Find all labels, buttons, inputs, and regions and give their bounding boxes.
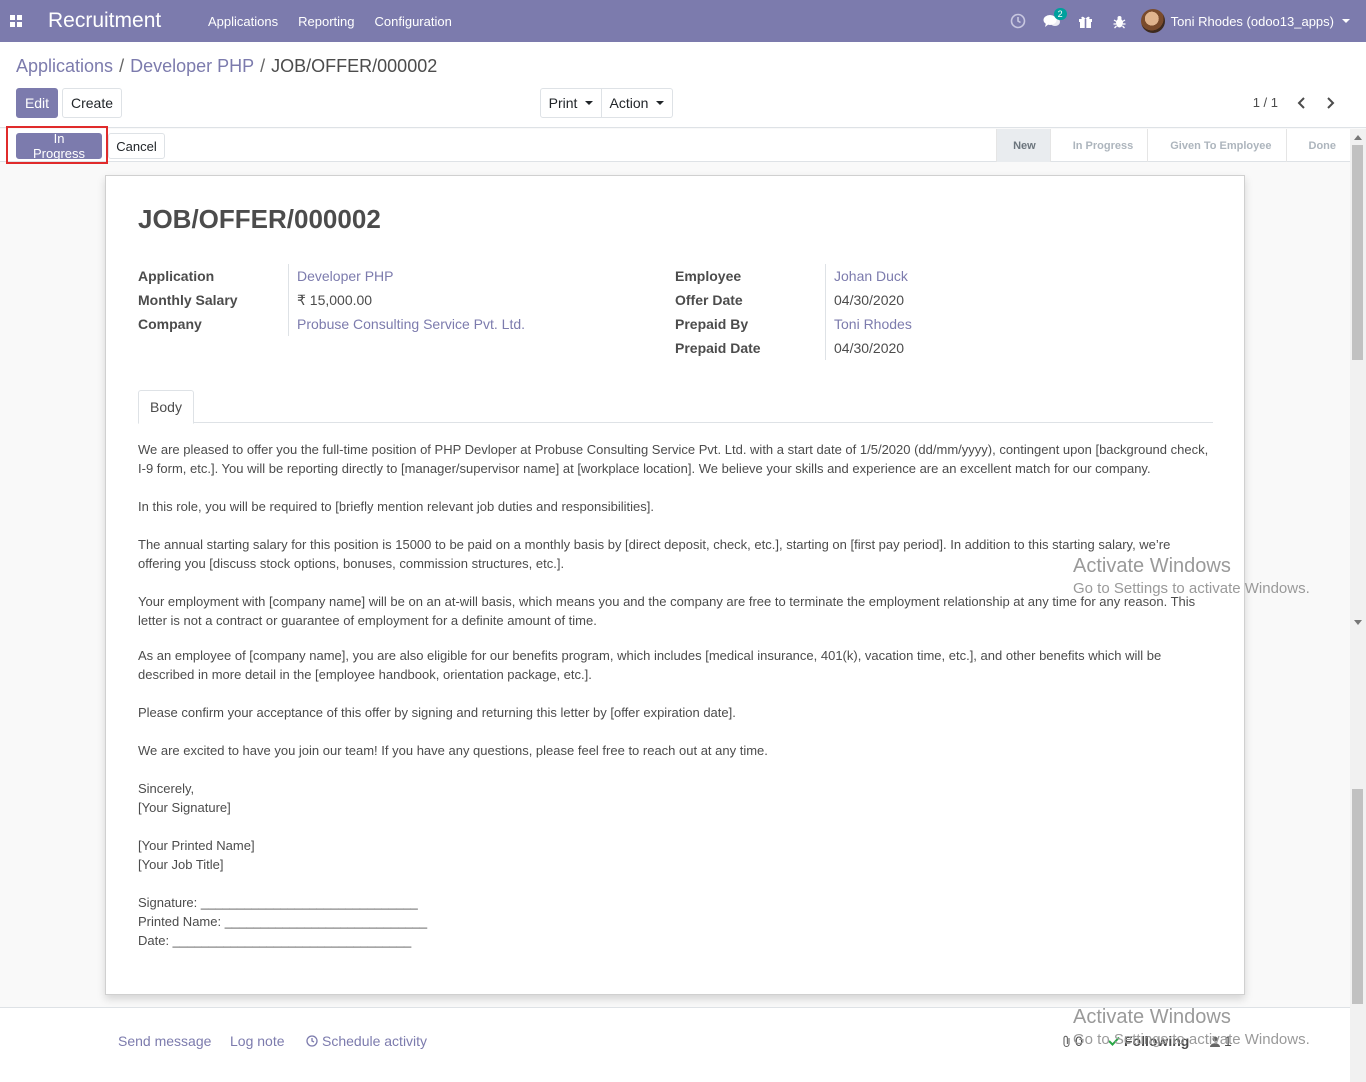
chevron-down-icon xyxy=(656,101,665,105)
in-progress-button[interactable]: In Progress xyxy=(16,131,102,161)
body-paragraph: We are excited to have you join our team… xyxy=(138,743,768,758)
body-line: Printed Name: __________________________… xyxy=(138,914,428,929)
apps-menu-icon[interactable] xyxy=(0,0,32,42)
messages-count-badge: 2 xyxy=(1053,8,1067,20)
activate-windows-watermark: Activate Windows Go to Settings to activ… xyxy=(1073,1006,1310,1048)
breadcrumb: Applications / Developer PHP / JOB/OFFER/000… xyxy=(16,56,437,77)
application-link[interactable]: Developer PHP xyxy=(288,264,394,288)
paperclip-icon xyxy=(1063,1035,1070,1047)
gift-icon[interactable] xyxy=(1069,0,1103,42)
schedule-activity-label: Schedule activity xyxy=(322,1033,428,1049)
right-field-group: Employee Johan Duck Offer Date 04/30/202… xyxy=(675,264,912,360)
notebook-tabs: Body xyxy=(138,390,1213,424)
pager-previous-icon[interactable] xyxy=(1288,92,1316,114)
log-note-button[interactable]: Log note xyxy=(230,1033,285,1049)
pager-next-icon[interactable] xyxy=(1316,92,1344,114)
status-bar: In Progress Cancel New In Progress Given… xyxy=(0,126,1350,164)
watermark-title: Activate Windows xyxy=(1073,1006,1231,1028)
breadcrumb-applications[interactable]: Applications xyxy=(16,56,113,76)
action-dropdown-button[interactable]: Action xyxy=(602,88,673,118)
watermark-subtitle: Go to Settings to activate Windows. xyxy=(1073,580,1310,597)
send-message-button[interactable]: Send message xyxy=(118,1033,211,1049)
watermark-subtitle: Go to Settings to activate Windows. xyxy=(1073,1031,1310,1048)
company-label: Company xyxy=(138,316,202,332)
prepaid-date-value: 04/30/2020 xyxy=(825,336,904,360)
print-label: Print xyxy=(548,95,578,111)
body-line: Sincerely, xyxy=(138,781,195,796)
activity-clock-icon[interactable] xyxy=(1001,0,1035,42)
menu-applications[interactable]: Applications xyxy=(208,14,278,29)
prepaid-date-label: Prepaid Date xyxy=(675,340,761,356)
employee-link[interactable]: Johan Duck xyxy=(825,264,908,288)
breadcrumb-separator: / xyxy=(260,56,266,76)
menu-configuration[interactable]: Configuration xyxy=(374,14,451,29)
breadcrumb-developer-php[interactable]: Developer PHP xyxy=(130,56,254,76)
print-action-group: Print Action xyxy=(540,88,673,118)
top-navbar: Recruitment Applications Reporting Confi… xyxy=(0,0,1366,42)
body-line: Date: _________________________________ xyxy=(138,933,412,948)
breadcrumb-current: JOB/OFFER/000002 xyxy=(271,56,438,76)
chatter: Send message Log note Schedule activity … xyxy=(0,1006,1350,1082)
stage-new[interactable]: New xyxy=(996,129,1050,162)
scroll-down-icon[interactable] xyxy=(1354,620,1362,625)
body-paragraph: Please confirm your acceptance of this o… xyxy=(138,705,736,720)
monthly-salary-value: ₹ 15,000.00 xyxy=(288,288,372,312)
body-line: [Your Signature] xyxy=(138,800,231,815)
tab-body[interactable]: Body xyxy=(138,390,194,424)
cancel-button[interactable]: Cancel xyxy=(108,133,165,159)
company-link[interactable]: Probuse Consulting Service Pvt. Ltd. xyxy=(288,312,525,336)
user-name: Toni Rhodes (odoo13_apps) xyxy=(1170,13,1334,29)
offer-date-value: 04/30/2020 xyxy=(825,288,904,312)
stage-in-progress[interactable]: In Progress xyxy=(1049,129,1148,162)
scroll-thumb[interactable] xyxy=(1352,789,1363,1004)
offer-date-label: Offer Date xyxy=(675,292,743,308)
user-avatar xyxy=(1140,9,1165,33)
bug-icon[interactable] xyxy=(1103,0,1137,42)
application-label: Application xyxy=(138,268,215,284)
scrollbar[interactable] xyxy=(1350,129,1366,1082)
employee-label: Employee xyxy=(675,268,742,284)
offer-letter-body: We are pleased to offer you the full-tim… xyxy=(138,440,1216,950)
stage-done[interactable]: Done xyxy=(1285,129,1351,162)
body-paragraph: As an employee of [company name], you ar… xyxy=(138,648,1162,682)
body-line: Signature: _____________________________… xyxy=(138,895,418,910)
schedule-activity-button[interactable]: Schedule activity xyxy=(306,1033,427,1049)
body-paragraph: In this role, you will be required to [b… xyxy=(138,499,654,514)
control-panel: Applications / Developer PHP / JOB/OFFER/000… xyxy=(0,42,1366,128)
user-menu[interactable]: Toni Rhodes (odoo13_apps) xyxy=(1140,9,1350,33)
left-field-group: Application Developer PHP Monthly Salary… xyxy=(138,264,525,336)
app-brand[interactable]: Recruitment xyxy=(48,9,208,33)
messages-icon[interactable]: 2 xyxy=(1035,0,1069,42)
body-paragraph: The annual starting salary for this posi… xyxy=(138,537,1171,571)
menu-reporting[interactable]: Reporting xyxy=(298,14,354,29)
body-line: [Your Printed Name] xyxy=(138,838,255,853)
edit-button[interactable]: Edit xyxy=(16,88,58,118)
body-paragraph: Your employment with [company name] will… xyxy=(138,594,1196,628)
clock-icon xyxy=(306,1035,318,1047)
activate-windows-watermark: Activate Windows Go to Settings to activ… xyxy=(1073,555,1310,597)
stage-pipeline: New In Progress Given To Employee Done xyxy=(996,129,1350,162)
pager-value[interactable]: 1 / 1 xyxy=(1253,95,1278,110)
record-title: JOB/OFFER/000002 xyxy=(138,204,381,234)
breadcrumb-separator: / xyxy=(119,56,125,76)
body-line: [Your Job Title] xyxy=(138,857,224,872)
chevron-down-icon xyxy=(1342,19,1350,23)
stage-given-to-employee[interactable]: Given To Employee xyxy=(1147,129,1285,162)
body-paragraph: We are pleased to offer you the full-tim… xyxy=(138,442,1209,476)
action-label: Action xyxy=(609,95,649,111)
pager-nav xyxy=(1288,92,1344,114)
prepaid-by-link[interactable]: Toni Rhodes xyxy=(825,312,912,336)
prepaid-by-label: Prepaid By xyxy=(675,316,749,332)
scroll-up-icon[interactable] xyxy=(1354,135,1362,140)
watermark-title: Activate Windows xyxy=(1073,555,1231,577)
scroll-thumb[interactable] xyxy=(1352,145,1363,360)
create-button[interactable]: Create xyxy=(62,88,122,118)
monthly-salary-label: Monthly Salary xyxy=(138,292,238,308)
print-dropdown-button[interactable]: Print xyxy=(540,88,602,118)
chevron-down-icon xyxy=(585,101,594,105)
